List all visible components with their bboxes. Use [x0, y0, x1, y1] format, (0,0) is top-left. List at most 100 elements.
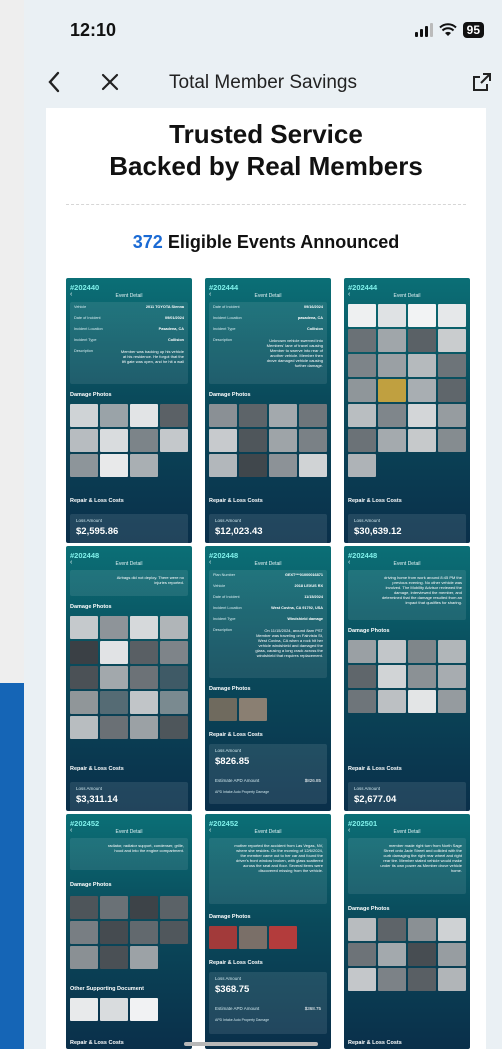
damage-photo[interactable] [160, 921, 188, 944]
damage-photo[interactable] [378, 429, 406, 452]
damage-photo[interactable] [348, 379, 376, 402]
damage-photo[interactable] [70, 404, 98, 427]
damage-photo[interactable] [348, 354, 376, 377]
damage-photo[interactable] [299, 454, 327, 477]
damage-photo[interactable] [378, 943, 406, 966]
damage-photo[interactable] [299, 404, 327, 427]
damage-photo[interactable] [269, 454, 297, 477]
damage-photo[interactable] [70, 896, 98, 919]
document-photo[interactable] [408, 304, 436, 327]
damage-photo[interactable] [70, 921, 98, 944]
damage-photo[interactable] [100, 454, 128, 477]
damage-photo[interactable] [378, 665, 406, 688]
damage-photo[interactable] [408, 665, 436, 688]
damage-photo[interactable] [100, 716, 128, 739]
damage-photo[interactable] [378, 354, 406, 377]
damage-photo[interactable] [348, 968, 376, 991]
damage-photo[interactable] [239, 454, 267, 477]
damage-photo[interactable] [70, 429, 98, 452]
damage-photo[interactable] [378, 968, 406, 991]
damage-photo[interactable] [408, 379, 436, 402]
damage-photo[interactable] [408, 690, 436, 713]
damage-photo[interactable] [239, 698, 267, 721]
damage-photo[interactable] [70, 716, 98, 739]
damage-photo[interactable] [70, 946, 98, 969]
damage-photo[interactable] [408, 640, 436, 663]
damage-photo[interactable] [239, 926, 267, 949]
damage-photo[interactable] [160, 691, 188, 714]
damage-photo[interactable] [408, 918, 436, 941]
damage-photo[interactable] [438, 379, 466, 402]
damage-photo[interactable] [438, 690, 466, 713]
damage-photo[interactable] [70, 641, 98, 664]
damage-photo[interactable] [408, 943, 436, 966]
damage-photo[interactable] [70, 666, 98, 689]
damage-photo[interactable] [438, 404, 466, 427]
event-tile[interactable]: #202444 ‹ Event Detail Date of Incident 0… [205, 278, 331, 543]
damage-photo[interactable] [378, 379, 406, 402]
damage-photo[interactable] [160, 666, 188, 689]
document-photo[interactable] [70, 998, 98, 1021]
damage-photo[interactable] [408, 329, 436, 352]
damage-photo[interactable] [408, 429, 436, 452]
damage-photo[interactable] [130, 454, 158, 477]
damage-photo[interactable] [130, 616, 158, 639]
event-tile[interactable]: #202440 ‹ Event Detail Vehicle 2011 TOYOT… [66, 278, 192, 543]
damage-photo[interactable] [160, 896, 188, 919]
damage-photo[interactable] [269, 404, 297, 427]
document-photo[interactable] [348, 304, 376, 327]
damage-photo[interactable] [408, 354, 436, 377]
document-photo[interactable] [100, 998, 128, 1021]
damage-photo[interactable] [100, 921, 128, 944]
event-tile[interactable]: #202448 ‹ Event Detail Airbags did not d… [66, 546, 192, 811]
damage-photo[interactable] [160, 716, 188, 739]
damage-photo[interactable] [239, 404, 267, 427]
damage-photo[interactable] [100, 429, 128, 452]
damage-photo[interactable] [378, 640, 406, 663]
damage-photo[interactable] [269, 926, 297, 949]
damage-photo[interactable] [378, 918, 406, 941]
damage-photo[interactable] [100, 691, 128, 714]
damage-photo[interactable] [348, 429, 376, 452]
damage-photo[interactable] [130, 429, 158, 452]
damage-photo[interactable] [160, 429, 188, 452]
damage-photo[interactable] [348, 454, 376, 477]
damage-photo[interactable] [438, 943, 466, 966]
damage-photo[interactable] [378, 329, 406, 352]
damage-photo[interactable] [100, 666, 128, 689]
damage-photo[interactable] [438, 429, 466, 452]
damage-photo[interactable] [348, 918, 376, 941]
damage-photo[interactable] [209, 404, 237, 427]
damage-photo[interactable] [348, 640, 376, 663]
event-tile[interactable]: #202448 ‹ Event Detail driving home from… [344, 546, 470, 811]
damage-photo[interactable] [100, 896, 128, 919]
damage-photo[interactable] [239, 429, 267, 452]
damage-photo[interactable] [160, 616, 188, 639]
damage-photo[interactable] [130, 691, 158, 714]
damage-photo[interactable] [130, 404, 158, 427]
damage-photo[interactable] [438, 354, 466, 377]
damage-photo[interactable] [378, 690, 406, 713]
event-tile[interactable]: #202501 ‹ Event Detail member made right… [344, 814, 470, 1049]
damage-photo[interactable] [160, 641, 188, 664]
damage-photo[interactable] [209, 698, 237, 721]
damage-photo[interactable] [348, 665, 376, 688]
damage-photo[interactable] [438, 968, 466, 991]
damage-photo[interactable] [130, 946, 158, 969]
share-button[interactable] [468, 68, 496, 96]
damage-photo[interactable] [348, 404, 376, 427]
damage-photo[interactable] [438, 329, 466, 352]
damage-photo[interactable] [408, 968, 436, 991]
event-tile[interactable]: #202448 ‹ Event Detail Plan Number GEXT**… [205, 546, 331, 811]
home-indicator[interactable] [184, 1042, 318, 1046]
damage-photo[interactable] [348, 943, 376, 966]
damage-photo[interactable] [130, 896, 158, 919]
document-photo[interactable] [438, 304, 466, 327]
damage-photo[interactable] [100, 641, 128, 664]
document-photo[interactable] [130, 998, 158, 1021]
damage-photo[interactable] [408, 404, 436, 427]
document-photo[interactable] [378, 304, 406, 327]
damage-photo[interactable] [130, 641, 158, 664]
damage-photo[interactable] [70, 616, 98, 639]
damage-photo[interactable] [438, 640, 466, 663]
